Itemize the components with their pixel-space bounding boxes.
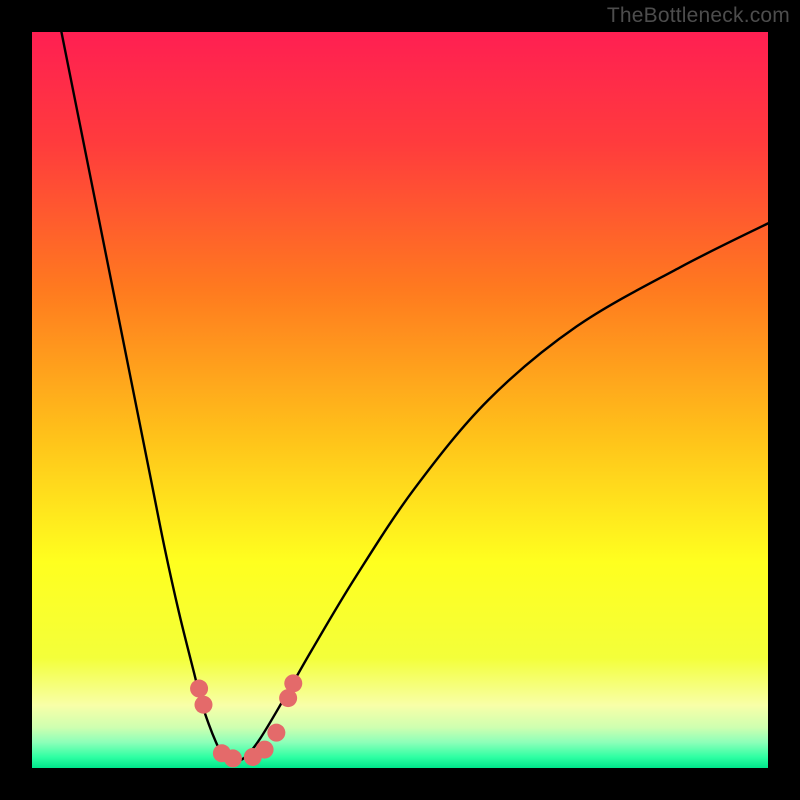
- plot-area: [32, 32, 768, 768]
- right-floor-dot-3: [267, 724, 285, 742]
- chart-frame: TheBottleneck.com: [0, 0, 800, 800]
- curve-right-branch: [231, 223, 768, 764]
- curve-layer: [32, 32, 768, 768]
- left-floor-dot-2: [224, 749, 242, 767]
- right-floor-dot-2: [256, 741, 274, 759]
- left-upper-dot-2: [194, 696, 212, 714]
- right-upper-dot-2: [284, 674, 302, 692]
- watermark-text: TheBottleneck.com: [607, 4, 790, 28]
- left-upper-dot-1: [190, 680, 208, 698]
- curve-left-branch: [61, 32, 230, 764]
